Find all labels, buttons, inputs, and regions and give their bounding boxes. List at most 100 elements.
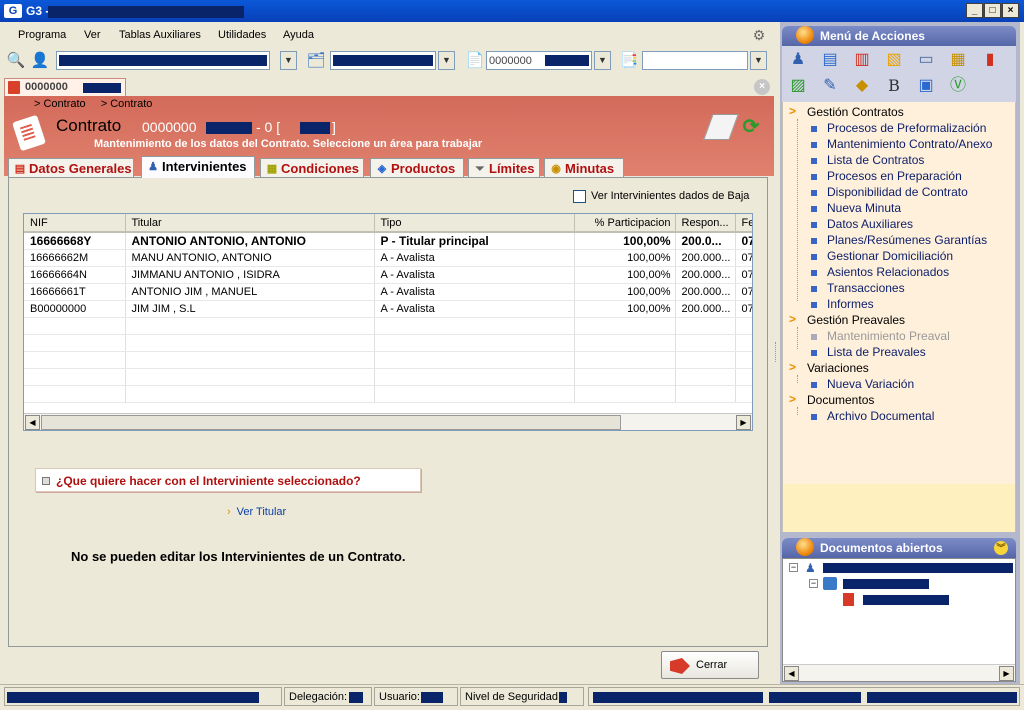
breadcrumb-item[interactable]: > Contrato — [101, 98, 153, 110]
document-icon: ▤ — [14, 163, 26, 175]
product-field[interactable] — [330, 51, 436, 70]
tab-limites[interactable]: ⏷ Límites — [468, 158, 540, 178]
search-icon[interactable]: 🔍 — [6, 51, 26, 71]
menu-utilidades[interactable]: Utilidades — [218, 29, 266, 41]
bank-icon[interactable]: B — [882, 74, 906, 98]
contract-icon[interactable]: ▥ — [850, 48, 874, 72]
table-row[interactable]: 16666662M MANU ANTONIO, ANTONIO A - Aval… — [24, 249, 752, 267]
document-tab[interactable]: 0000000 — [4, 78, 126, 96]
validate-icon[interactable]: Ⓥ — [946, 74, 970, 98]
action-lista-contratos[interactable]: Lista de Contratos — [827, 153, 924, 167]
minuta-dropdown-button[interactable]: ▼ — [750, 51, 767, 70]
redacted-usuario — [421, 692, 443, 703]
scroll-left-icon[interactable]: ◀ — [25, 415, 40, 430]
action-informes[interactable]: Informes — [827, 297, 874, 311]
client-field[interactable] — [56, 51, 270, 70]
empty-row — [24, 385, 752, 403]
scroll-right-icon[interactable]: ▶ — [736, 415, 751, 430]
tab-condiciones[interactable]: ▦ Condiciones — [260, 158, 364, 178]
ver-titular-label[interactable]: Ver Titular — [237, 506, 287, 518]
close-document-icon[interactable]: × — [754, 79, 770, 95]
action-lista-preavales[interactable]: Lista de Preavales — [827, 345, 926, 359]
package-icon[interactable]: ◆ — [850, 74, 874, 98]
client-dropdown-button[interactable]: ▼ — [280, 51, 297, 70]
scroll-right-icon[interactable]: ▶ — [999, 666, 1014, 681]
group-variaciones[interactable]: Variaciones — [807, 361, 869, 375]
group-gestion-preavales[interactable]: Gestión Preavales — [807, 313, 905, 327]
collapse-node-icon[interactable]: − — [789, 563, 798, 572]
edit-icon[interactable] — [703, 114, 739, 140]
scroll-thumb[interactable] — [41, 415, 621, 430]
minimize-button[interactable]: _ — [966, 3, 983, 18]
collapse-chevron-icon[interactable]: ︾ — [994, 541, 1008, 555]
tab-minutas[interactable]: ◉ Minutas — [544, 158, 624, 178]
collapse-node-icon[interactable]: − — [809, 579, 818, 588]
table-row[interactable]: 16666668Y ANTONIO ANTONIO, ANTONIO P - T… — [24, 232, 752, 250]
redacted-contract-node[interactable] — [863, 595, 949, 605]
column-header-titular[interactable]: Titular — [125, 214, 375, 233]
contract-dropdown-button[interactable]: ▼ — [594, 51, 611, 70]
action-transacciones[interactable]: Transacciones — [827, 281, 905, 295]
action-procesos-preformalizacion[interactable]: Procesos de Preformalización — [827, 121, 986, 135]
product-dropdown-button[interactable]: ▼ — [438, 51, 455, 70]
action-procesos-preparacion[interactable]: Procesos en Preparación — [827, 169, 962, 183]
tab-intervinientes[interactable]: ♟ Intervinientes — [141, 156, 255, 178]
action-planes-garantias[interactable]: Planes/Resúmenes Garantías — [827, 233, 987, 247]
table-row[interactable]: 16666661T ANTONIO JIM , MANUEL A - Avali… — [24, 283, 752, 301]
scroll-left-icon[interactable]: ◀ — [784, 666, 799, 681]
group-arrow-icon: > — [789, 392, 797, 406]
redacted-client-node[interactable] — [823, 563, 1013, 573]
report-icon[interactable]: ▨ — [786, 74, 810, 98]
settings-icon[interactable]: ⚙ — [750, 26, 768, 44]
table-row[interactable]: B00000000 JIM JIM , S.L A - Avalista 100… — [24, 300, 752, 318]
actions-panel-title: Menú de Acciones — [820, 29, 925, 43]
menu-ayuda[interactable]: Ayuda — [283, 29, 314, 41]
action-mantenimiento-contrato[interactable]: Mantenimiento Contrato/Anexo — [827, 137, 992, 151]
group-gestion-contratos[interactable]: Gestión Contratos — [807, 105, 904, 119]
breadcrumb-item[interactable]: > Contrato — [34, 98, 86, 110]
cerrar-button[interactable]: Cerrar — [661, 651, 759, 679]
person-icon: ♟ — [148, 161, 158, 173]
horizontal-scrollbar[interactable]: ◀ ▶ — [24, 413, 752, 430]
menu-tablas-auxiliares[interactable]: Tablas Auxiliares — [119, 29, 201, 41]
menu-ver[interactable]: Ver — [84, 29, 101, 41]
ver-titular-link[interactable]: › Ver Titular — [227, 506, 286, 518]
redacted-folder-node[interactable] — [843, 579, 929, 589]
refresh-icon[interactable]: ⟳ — [740, 116, 762, 138]
column-header-fecha[interactable]: Fe — [735, 214, 752, 233]
table-row[interactable]: 16666664N JIMMANU ANTONIO , ISIDRA A - A… — [24, 266, 752, 284]
documents-icon[interactable]: ▤ — [818, 48, 842, 72]
contract-number-close: ] — [332, 119, 336, 135]
splitter-grip[interactable] — [775, 342, 779, 362]
menu-programa[interactable]: Programa — [18, 29, 66, 41]
action-asientos-relacionados[interactable]: Asientos Relacionados — [827, 265, 949, 279]
redacted-title — [48, 6, 244, 18]
action-gestionar-domiciliacion[interactable]: Gestionar Domiciliación — [827, 249, 953, 263]
windows-icon[interactable]: ▣ — [914, 74, 938, 98]
action-archivo-documental[interactable]: Archivo Documental — [827, 409, 934, 423]
close-window-button[interactable]: × — [1002, 3, 1019, 18]
contract-field[interactable]: 0000000 — [486, 51, 592, 70]
tree-horizontal-scrollbar[interactable]: ◀ ▶ — [783, 664, 1015, 681]
inbox-icon[interactable]: ▭ — [914, 48, 938, 72]
cell-responsabilidad: 200.000... — [675, 266, 736, 284]
action-datos-auxiliares[interactable]: Datos Auxiliares — [827, 217, 913, 231]
action-nueva-minuta[interactable]: Nueva Minuta — [827, 201, 901, 215]
minuta-icon[interactable]: ▧ — [882, 48, 906, 72]
column-header-nif[interactable]: NIF — [24, 214, 126, 233]
column-header-responsabilidad[interactable]: Respon... — [675, 214, 736, 233]
action-disponibilidad-contrato[interactable]: Disponibilidad de Contrato — [827, 185, 968, 199]
client-icon[interactable]: ♟ — [786, 48, 810, 72]
tab-productos[interactable]: ◈ Productos — [370, 158, 464, 178]
column-header-tipo[interactable]: Tipo — [374, 214, 575, 233]
column-header-participacion[interactable]: % Participacion — [574, 214, 676, 233]
minuta-field[interactable] — [642, 51, 748, 70]
book-icon[interactable]: ▮ — [978, 48, 1002, 72]
baja-checkbox[interactable] — [573, 190, 586, 203]
action-nueva-variacion[interactable]: Nueva Variación — [827, 377, 914, 391]
calculator-icon[interactable]: ▦ — [946, 48, 970, 72]
maximize-button[interactable]: □ — [984, 3, 1001, 18]
group-documentos[interactable]: Documentos — [807, 393, 874, 407]
tab-datos-generales[interactable]: ▤ Datos Generales — [8, 158, 134, 178]
brush-icon[interactable]: ✎ — [818, 74, 842, 98]
